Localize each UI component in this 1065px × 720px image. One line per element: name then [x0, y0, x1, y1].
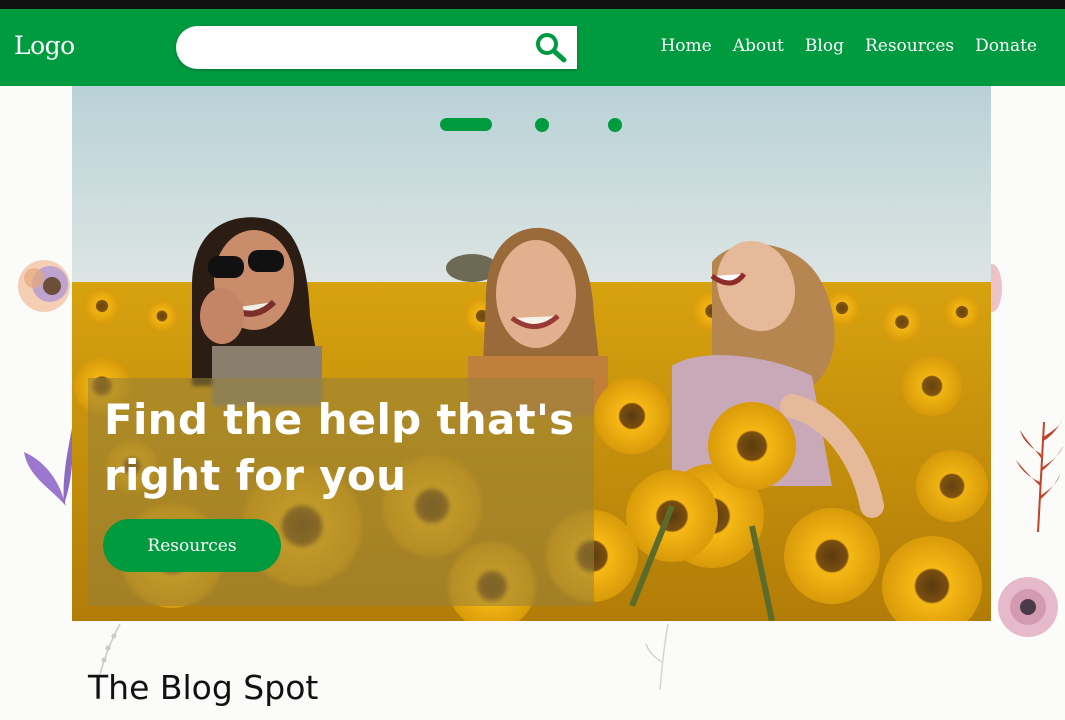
- carousel-dot-1[interactable]: [440, 118, 492, 131]
- nav-resources[interactable]: Resources: [865, 36, 954, 56]
- leaf-red-decoration: [1016, 420, 1063, 533]
- hero-headline: Find the help that's right for you: [104, 395, 575, 500]
- flower-pink-edge-decoration: [990, 264, 1002, 312]
- hero-carousel: Find the help that's right for you Resou…: [72, 86, 991, 621]
- nav-home[interactable]: Home: [660, 36, 711, 56]
- blog-section-title: The Blog Spot: [88, 668, 319, 707]
- flower-purple-decoration: [18, 260, 70, 312]
- search-icon: [536, 33, 567, 63]
- main-nav: Home About Blog Resources Donate: [660, 36, 1037, 56]
- navbar: Logo Home About Blog Resources Donate: [0, 9, 1065, 86]
- search-button[interactable]: [533, 31, 569, 65]
- site-logo[interactable]: Logo: [14, 31, 75, 60]
- search-input[interactable]: [196, 34, 526, 61]
- leaf-purple-decoration: [24, 428, 73, 506]
- nav-donate[interactable]: Donate: [975, 36, 1037, 56]
- carousel-dot-3[interactable]: [608, 118, 622, 132]
- search-bar: [176, 26, 577, 69]
- sprig-decoration-2: [645, 623, 669, 691]
- carousel-indicators: [440, 118, 640, 132]
- carousel-dot-2[interactable]: [535, 118, 549, 132]
- flower-pink-decoration: [998, 577, 1058, 637]
- nav-about[interactable]: About: [733, 36, 784, 56]
- hero-text-panel: Find the help that's right for you Resou…: [88, 378, 594, 606]
- top-strip: [0, 0, 1065, 9]
- resources-button[interactable]: Resources: [103, 519, 281, 572]
- nav-blog[interactable]: Blog: [805, 36, 844, 56]
